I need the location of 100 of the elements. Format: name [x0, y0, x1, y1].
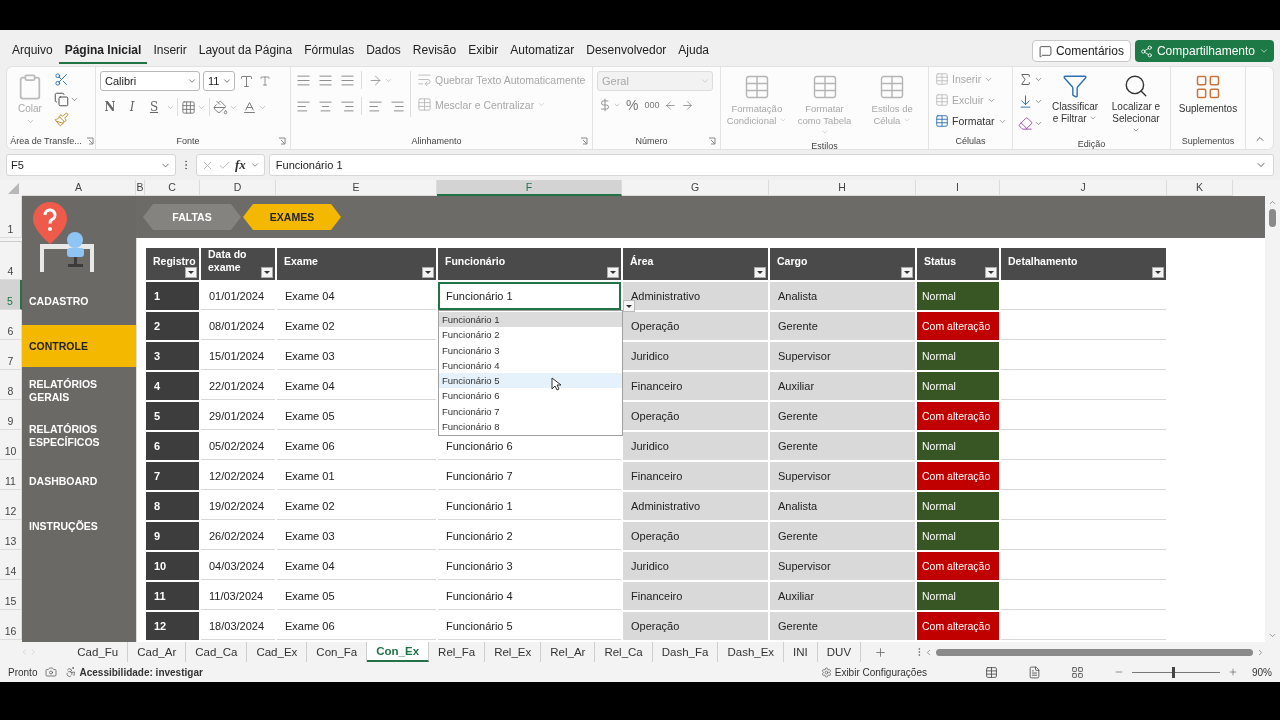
column-header[interactable]: D: [200, 180, 276, 196]
status-cell: Normal: [917, 492, 999, 520]
accessibility-status[interactable]: Acessibilidade: investigar: [79, 666, 203, 678]
font-style-button[interactable]: I: [122, 97, 142, 117]
column-header[interactable]: I: [916, 180, 1000, 196]
insert-function-button[interactable]: fx: [235, 157, 246, 173]
status-cell: Com alteração: [917, 612, 999, 640]
row-header[interactable]: 15: [0, 580, 22, 610]
zoom-level[interactable]: 90%: [1252, 666, 1272, 678]
table-cell: 2: [146, 312, 199, 340]
sidebar-item[interactable]: DASHBOARD: [22, 460, 136, 502]
view-settings-button[interactable]: Exibir Configurações: [834, 666, 927, 678]
dropdown-option[interactable]: Funcionário 6: [439, 388, 622, 404]
row-header[interactable]: 11: [0, 460, 22, 490]
status-cell: Com alteração: [917, 552, 999, 580]
column-header[interactable]: C: [145, 180, 200, 196]
dropdown-option[interactable]: Funcionário 4: [439, 357, 622, 374]
thousands-button[interactable]: 000: [642, 100, 662, 110]
group-label: Fonte: [176, 135, 200, 146]
menu-tab[interactable]: Fórmulas: [298, 38, 361, 64]
sidebar-item[interactable]: CONTROLE: [22, 325, 136, 367]
sidebar-item[interactable]: CADASTRO: [22, 280, 136, 322]
table-cell: Auxiliar: [770, 582, 915, 610]
table-cell: 11: [146, 582, 199, 610]
column-header[interactable]: F: [437, 180, 622, 196]
row-header[interactable]: 10: [0, 430, 22, 460]
table-cell: Supervisor: [770, 462, 915, 490]
column-header[interactable]: J: [1000, 180, 1167, 196]
table-cell: Financeiro: [623, 582, 768, 610]
percent-button[interactable]: %: [624, 97, 641, 113]
column-header[interactable]: E: [276, 180, 437, 196]
menu-tab[interactable]: Inserir: [147, 38, 193, 64]
menu-tab[interactable]: Ajuda: [672, 38, 715, 64]
sort-filter-button[interactable]: Classificar e Filtrar: [1048, 71, 1102, 127]
column-header[interactable]: K: [1167, 180, 1233, 196]
font-style-button[interactable]: S: [144, 97, 164, 117]
font-select[interactable]: Calibri: [100, 71, 200, 91]
sidebar-item[interactable]: RELATÓRIOS ESPECÍFICOS: [22, 415, 136, 457]
table-cell: Operação: [623, 522, 768, 550]
table-cell: Juridico: [623, 432, 768, 460]
add-ins-button[interactable]: Suplementos: [1175, 71, 1241, 117]
row-header[interactable]: 5: [0, 280, 22, 310]
group-label: Células: [955, 135, 986, 146]
column-heading: Cargo: [770, 248, 915, 280]
menu-tab[interactable]: Automatizar: [504, 38, 581, 64]
table-cell: Juridico: [623, 342, 768, 370]
table-cell: Gerente: [770, 402, 915, 430]
sidebar-item[interactable]: INSTRUÇÕES: [22, 505, 136, 547]
table-cell: Analista: [770, 492, 915, 520]
column-header[interactable]: A: [22, 180, 136, 196]
nav-tab[interactable]: FALTAS: [143, 204, 241, 230]
column-heading: Data do exame: [201, 248, 275, 280]
menu-tab[interactable]: Arquivo: [6, 38, 59, 64]
table-cell: Operação: [623, 312, 768, 340]
table-cell: Operação: [623, 612, 768, 640]
font-style-button[interactable]: N: [100, 97, 120, 117]
row-header[interactable]: 13: [0, 520, 22, 550]
row-header[interactable]: 6: [0, 310, 22, 340]
column-header[interactable]: G: [622, 180, 769, 196]
column-header[interactable]: H: [769, 180, 916, 196]
sidebar-item[interactable]: RELATÓRIOS GERAIS: [22, 370, 136, 412]
status-cell: Normal: [917, 432, 999, 460]
dropdown-option[interactable]: Funcionário 5: [439, 373, 622, 389]
row-header[interactable]: 4: [0, 242, 22, 280]
table-cell: Supervisor: [770, 342, 915, 370]
table-cell: 9: [146, 522, 199, 550]
dropdown-option[interactable]: Funcionário 2: [439, 327, 622, 343]
row-header[interactable]: 16: [0, 610, 22, 640]
cells-button[interactable]: Formatar: [933, 113, 1009, 129]
row-header[interactable]: 7: [0, 340, 22, 370]
table-cell: 6: [146, 432, 199, 460]
status-cell: Com alteração: [917, 312, 999, 340]
menu-tab[interactable]: Desenvolvedor: [580, 38, 673, 64]
column-heading: Detalhamento: [1001, 248, 1166, 280]
row-header[interactable]: 9: [0, 400, 22, 430]
row-header[interactable]: 8: [0, 370, 22, 400]
status-cell: Com alteração: [917, 402, 999, 430]
name-box[interactable]: F5: [6, 154, 176, 176]
dropdown-option[interactable]: Funcionário 8: [439, 419, 622, 435]
status-cell: Com alteração: [917, 462, 999, 490]
dropdown-option[interactable]: Funcionário 1: [439, 312, 622, 328]
menu-tab[interactable]: Layout da Página: [192, 38, 299, 64]
row-header[interactable]: 12: [0, 490, 22, 520]
row-header[interactable]: 1: [0, 196, 22, 238]
dropdown-option[interactable]: Funcionário 7: [439, 403, 622, 420]
menu-tab[interactable]: Exibir: [462, 38, 505, 64]
menu-tab[interactable]: Página Inicial: [58, 38, 148, 64]
comments-button[interactable]: Comentários: [1031, 40, 1131, 62]
dropdown-option[interactable]: Funcionário 3: [439, 342, 622, 358]
row-header[interactable]: 14: [0, 550, 22, 580]
font-size-select[interactable]: 11: [203, 71, 235, 91]
table-cell: Supervisor: [770, 552, 915, 580]
share-button[interactable]: Compartilhamento: [1134, 40, 1274, 62]
find-select-button[interactable]: Localizar e Selecionar: [1106, 71, 1166, 139]
nav-tab[interactable]: EXAMES: [243, 204, 341, 230]
formula-input[interactable]: Funcionário 1: [268, 154, 1274, 176]
menu-tab[interactable]: Revisão: [406, 38, 463, 64]
sheet-tab[interactable]: Con_Ex: [367, 642, 430, 662]
menu-tab[interactable]: Dados: [360, 38, 407, 64]
column-heading: Status: [917, 248, 999, 280]
